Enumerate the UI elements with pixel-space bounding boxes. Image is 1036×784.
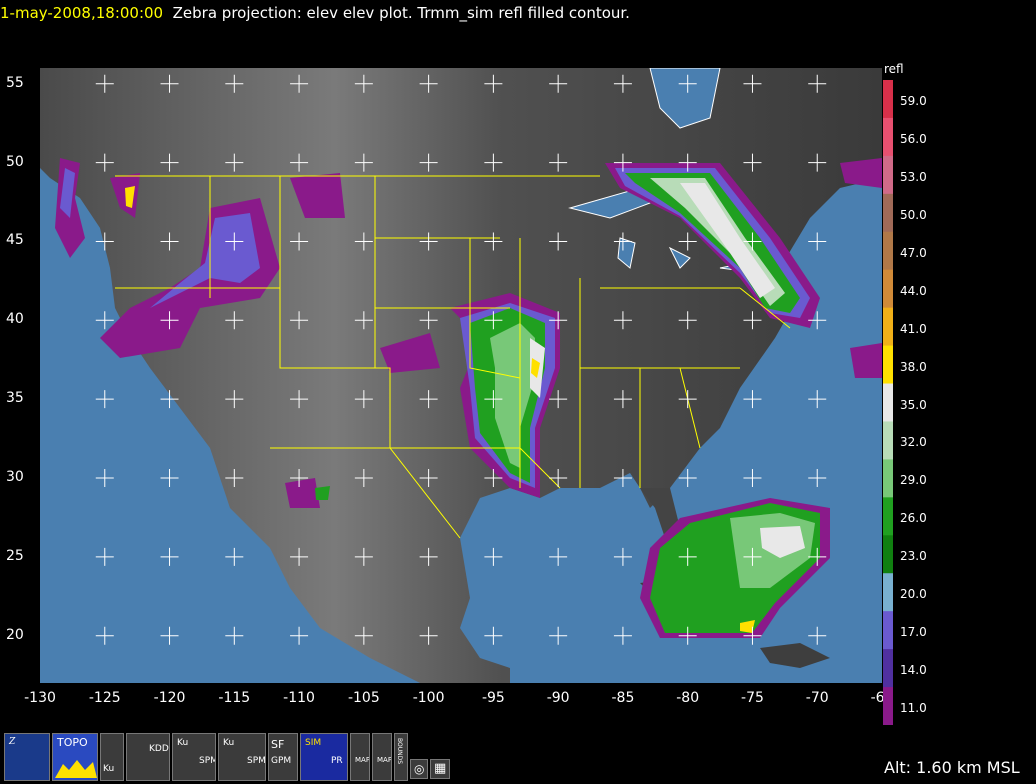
pr-label: PR	[331, 756, 343, 766]
legend-level-label: 32.0	[900, 435, 927, 450]
legend-level-label: 26.0	[900, 511, 927, 526]
colorbar-swatch	[883, 269, 893, 309]
legend-level-label: 38.0	[900, 359, 927, 374]
colorbar-swatch	[883, 687, 893, 725]
window-title: 1-may-2008,18:00:00 Zebra projection: el…	[0, 4, 630, 22]
lon-tick-label: -75	[741, 690, 764, 706]
colorbar-swatch	[883, 345, 893, 385]
ku-spm-button-2[interactable]: Ku SPM	[218, 733, 266, 781]
legend-level-label: 59.0	[900, 94, 927, 108]
map-plot[interactable]	[40, 68, 882, 683]
topo-label: TOPO	[57, 736, 88, 749]
map-button-2[interactable]: MAP	[372, 733, 392, 781]
legend-level-label: 14.0	[900, 663, 927, 678]
target-icon: ◎	[414, 762, 425, 776]
lon-tick-label: -90	[546, 690, 570, 706]
legend-level-label: 41.0	[900, 321, 927, 336]
legend-level-label: 29.0	[900, 473, 927, 488]
terrain-icon	[55, 760, 97, 778]
colorbar-swatch	[883, 307, 893, 347]
sim-label: SIM	[305, 738, 322, 748]
ku-spm-button[interactable]: Ku SPM	[172, 733, 216, 781]
colorbar-swatch	[883, 421, 893, 460]
map-label-1: MAP	[355, 756, 370, 764]
lon-tick-label: -85	[611, 690, 635, 706]
altitude-readout: Alt: 1.60 km MSL	[884, 758, 1020, 777]
colorbar-swatch	[883, 459, 893, 498]
colorbar-swatch	[883, 383, 893, 422]
lat-tick-label: 35	[6, 390, 24, 407]
sf-label: SF	[271, 738, 285, 751]
colorbar-swatch	[883, 611, 893, 650]
lon-tick-label: -115	[218, 690, 251, 706]
kddr-button[interactable]: KDDR	[126, 733, 170, 781]
lon-tick-label: -110	[283, 690, 315, 706]
lat-tick-label: 50	[6, 153, 24, 170]
sf-gpm-button[interactable]: SF GPM	[268, 733, 298, 781]
ring-overlay-button[interactable]: ◎	[410, 759, 428, 779]
kddr-label: KDDR	[149, 744, 169, 754]
bounds-label: BOUNDS	[396, 738, 403, 765]
map-button-1[interactable]: MAP	[350, 733, 370, 781]
lat-tick-label: 30	[6, 469, 24, 485]
spm-label-1: SPM	[199, 756, 215, 766]
colorbar-swatch	[883, 80, 893, 119]
zebra-logo-button[interactable]: Z	[4, 733, 50, 781]
legend-level-label: 50.0	[900, 207, 927, 222]
lon-tick-label: -130	[24, 690, 56, 706]
legend-level-label: 56.0	[900, 131, 927, 146]
colorbar-swatch	[883, 231, 893, 271]
colorbar-swatch	[883, 573, 893, 612]
lat-tick-label: 45	[6, 232, 24, 249]
ku-label-2: Ku	[177, 738, 189, 748]
colorbar-swatch	[883, 497, 893, 536]
legend-level-label: 11.0	[900, 701, 927, 716]
plot-time: 1-may-2008,18:00:00	[0, 4, 164, 22]
lon-tick-label: -105	[347, 690, 380, 706]
colorbar-swatch	[883, 193, 893, 233]
legend-title: refl	[884, 62, 904, 76]
topo-button[interactable]: TOPO	[52, 733, 98, 781]
ku-label-3: Ku	[223, 738, 235, 748]
spm-label-2: SPM	[247, 756, 266, 766]
legend-level-label: 44.0	[900, 283, 927, 298]
legend-level-label: 47.0	[900, 245, 927, 260]
colorbar-swatch	[883, 535, 893, 574]
lat-tick-label: 25	[6, 547, 24, 564]
colorbar-swatch	[883, 117, 893, 157]
lat-tick-label: 55	[6, 74, 24, 91]
lon-tick-label: -95	[481, 690, 505, 706]
plot-description: Zebra projection: elev elev plot. Trmm_s…	[172, 4, 630, 22]
lat-tick-label: 20	[6, 626, 24, 643]
ku-label-1: Ku	[103, 764, 115, 774]
ku-radar-button-1[interactable]: Ku	[100, 733, 124, 781]
colorbar	[883, 80, 893, 725]
legend-level-label: 17.0	[900, 625, 927, 640]
grid-overlay-button[interactable]: ▦	[430, 759, 450, 779]
gpm-label: GPM	[271, 756, 292, 766]
lon-tick-label: -80	[676, 690, 700, 706]
lon-tick-label: -100	[412, 690, 445, 706]
lat-tick-label: 40	[6, 311, 24, 328]
sim-pr-button[interactable]: SIM PR	[300, 733, 348, 781]
map-label-2: MAP	[377, 756, 392, 764]
colorbar-swatch	[883, 649, 893, 688]
lon-tick-label: -70	[805, 690, 829, 706]
colorbar-swatch	[883, 155, 893, 195]
legend-level-label: 20.0	[900, 587, 927, 602]
legend-level-label: 53.0	[900, 169, 927, 184]
lon-tick-label: -120	[153, 690, 186, 706]
grid-icon: ▦	[434, 761, 447, 776]
zebra-z-icon: Z	[9, 737, 16, 747]
legend-level-label: 35.0	[900, 397, 927, 412]
bounds-button[interactable]: BOUNDS	[394, 733, 408, 781]
lon-tick-label: -125	[88, 690, 121, 706]
legend-level-label: 23.0	[900, 549, 927, 564]
